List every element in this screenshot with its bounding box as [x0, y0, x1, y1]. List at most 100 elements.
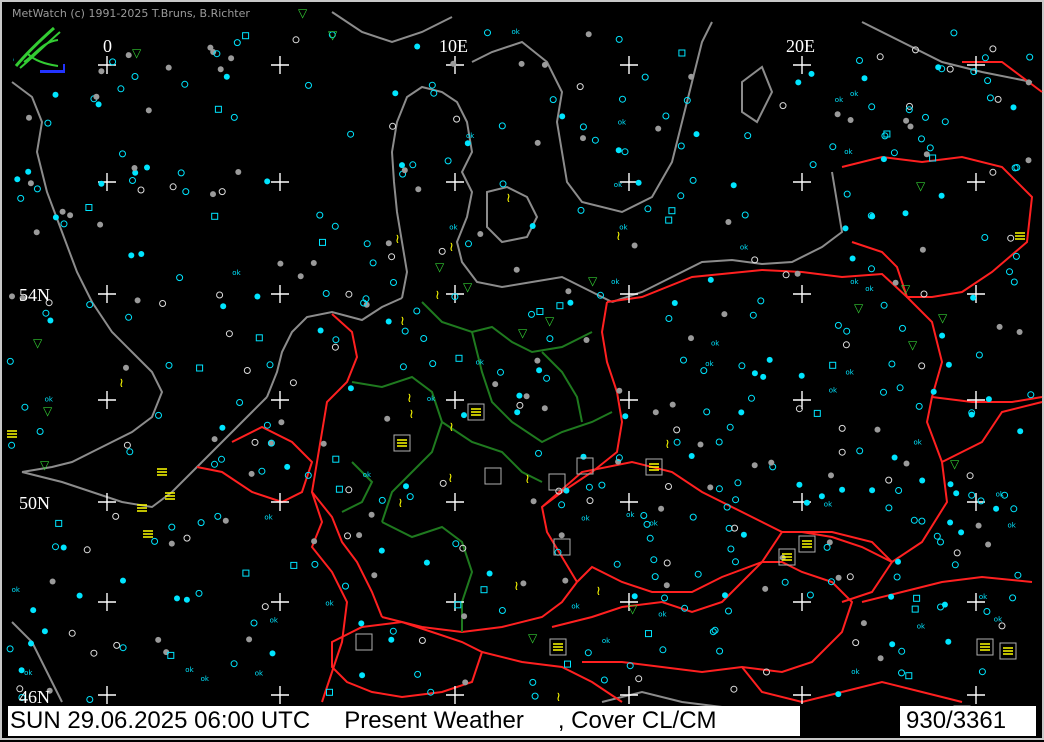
station-square-marker [645, 630, 652, 638]
station-overcast-marker [310, 260, 317, 266]
lon-label-20e: 20E [786, 36, 815, 56]
station-overcast-marker [356, 532, 363, 539]
station-overcast-marker [93, 93, 100, 100]
station-square-marker [678, 49, 686, 57]
station-partly-marker [818, 493, 825, 500]
map-canvas[interactable]: okokokokokokokokokokokokokokokokokokokok… [2, 2, 1044, 742]
station-clear-marker [363, 240, 371, 248]
station-partly-marker [615, 147, 622, 154]
station-square-marker [480, 586, 488, 594]
station-partly-marker [52, 214, 59, 221]
station-clear-marker [986, 94, 994, 102]
station-partly-marker [120, 577, 126, 584]
station-overcast-marker [320, 440, 327, 447]
lon-label-0: 0 [103, 36, 112, 56]
station-clear-marker [151, 537, 159, 545]
station-half-marker [586, 497, 594, 505]
station-half-marker [216, 291, 224, 299]
station-overcast-marker [762, 585, 769, 592]
fog-symbol [1003, 647, 1013, 655]
station-clear-marker [888, 360, 896, 368]
grid-cross [98, 686, 116, 704]
station-ok-label: ok [614, 181, 623, 189]
station-square-marker [911, 605, 919, 613]
station-overcast-marker [725, 219, 732, 225]
station-clear-marker [33, 185, 41, 193]
station-overcast-marker [518, 60, 525, 67]
station-partly-marker [985, 396, 992, 403]
station-partly-marker [953, 490, 960, 497]
station-square-marker [905, 672, 913, 680]
station-overcast-marker [27, 180, 34, 187]
station-clear-marker [1014, 571, 1022, 579]
station-clear-marker [1012, 252, 1020, 260]
station-clear-marker [898, 669, 905, 677]
grid-cross [98, 285, 116, 303]
station-half-marker [453, 115, 461, 123]
station-half-marker [838, 424, 846, 432]
station-overcast-marker [520, 580, 527, 587]
station-ok-label: ok [581, 515, 590, 523]
shower-symbol: ▽ [588, 274, 598, 288]
status-datetime: SUN 29.06.2025 06:00 UTC [10, 707, 311, 734]
station-clear-marker [60, 220, 68, 228]
station-clear-marker [6, 357, 14, 365]
weather-map[interactable]: ok ok ok ok ok ok ok ok ok ok ok ok ok ok ok ok ok ok ok ok… [0, 0, 1044, 740]
station-clear-marker [577, 206, 585, 214]
shower-symbol: ▽ [298, 6, 308, 20]
station-clear-marker [165, 361, 173, 369]
station-clear-marker [933, 532, 941, 540]
station-overcast-marker [165, 64, 172, 71]
border-italy-north [481, 651, 623, 703]
grid-cross [271, 493, 289, 511]
station-clear-marker [311, 560, 319, 568]
station-clear-marker [600, 676, 608, 684]
station-clear-marker [659, 646, 667, 654]
station-clear-marker [21, 403, 29, 411]
station-clear-marker [195, 589, 203, 597]
station-clear-marker [36, 428, 44, 435]
station-clear-marker [263, 421, 271, 429]
station-overcast-marker [751, 462, 758, 469]
station-ok-label: ok [846, 369, 855, 377]
grid-cross [793, 56, 811, 74]
station-ok-label: ok [844, 148, 853, 156]
grid-cross [271, 285, 289, 303]
station-partly-marker [880, 156, 887, 163]
station-partly-marker [423, 559, 430, 566]
station-overcast-marker [145, 107, 152, 114]
station-partly-marker [795, 79, 802, 86]
station-half-marker [842, 341, 850, 349]
station-clear-marker [613, 560, 621, 568]
station-partly-marker [223, 73, 230, 80]
station-clear-marker [413, 307, 421, 315]
status-main: SUN 29.06.2025 06:00 UTC Present Weather,… [8, 706, 800, 736]
shower-symbol: ▽ [328, 28, 338, 42]
station-ok-label: ok [611, 278, 620, 286]
station-box-marker [355, 633, 373, 651]
drizzle-symbol: ≀ [665, 437, 670, 452]
grid-cross [793, 173, 811, 191]
station-clear-marker [915, 402, 923, 410]
station-square-marker [211, 212, 219, 220]
station-clear-marker [498, 607, 506, 614]
coastline-baltic-south [611, 171, 844, 303]
station-clear-marker [535, 449, 542, 457]
station-markers: okokokokokokokokokokokokokokokokokokokok… [6, 28, 1035, 703]
present-weather-symbols: ≀≀≀≀≀≀≀≀≀≀ ≀≀≀ ≀≀≀≀▽▽▽▽▽ ▽▽▽▽▽▽▽▽▽▽▽▽▽▽ [7, 6, 1025, 723]
station-partly-marker [889, 641, 896, 648]
station-clear-marker [727, 545, 735, 553]
status-product: Present Weather [344, 707, 524, 734]
station-half-marker [137, 186, 145, 194]
drizzle-symbol: ≀ [400, 314, 405, 329]
station-box-marker [484, 467, 502, 485]
station-ok-label: ok [602, 637, 611, 645]
station-square-marker [326, 688, 333, 696]
station-half-marker [998, 622, 1006, 630]
station-overcast-marker [903, 117, 910, 124]
grid-cross [271, 173, 289, 191]
station-clear-marker [880, 301, 888, 309]
station-half-marker [966, 472, 974, 480]
drizzle-symbol: ≀ [119, 376, 124, 391]
station-square-marker [335, 485, 343, 493]
